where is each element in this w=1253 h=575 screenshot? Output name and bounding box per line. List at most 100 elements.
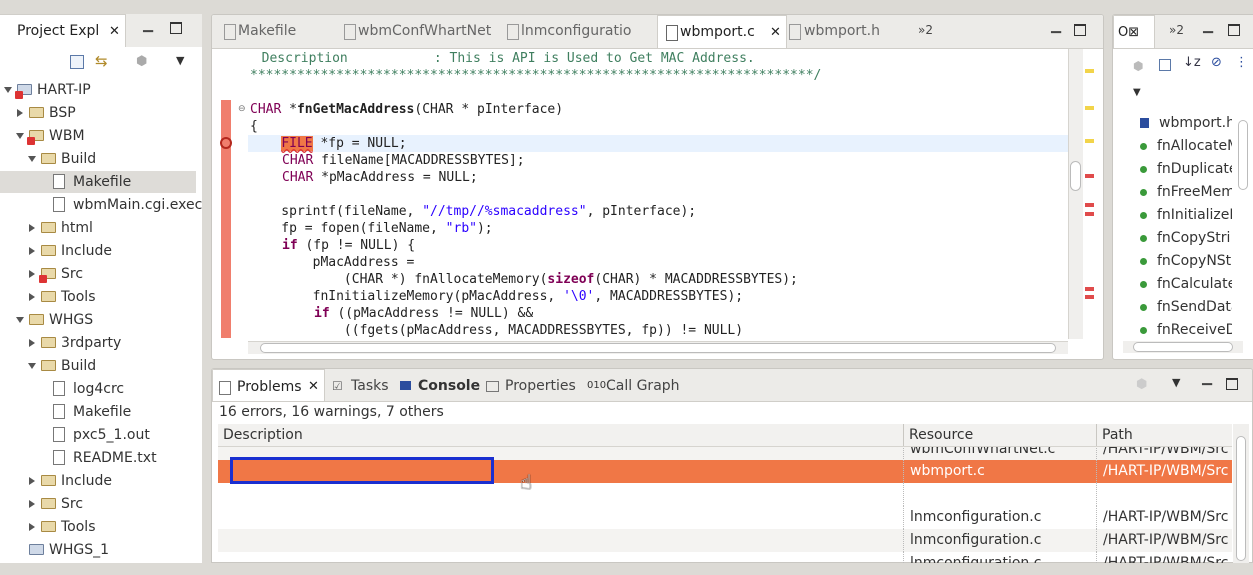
warning-marker[interactable] (1085, 106, 1094, 110)
tree-item[interactable]: WBM (0, 125, 196, 147)
collapse-arrow-icon[interactable] (29, 247, 35, 255)
minimize-icon[interactable]: ▁ (143, 18, 153, 33)
tree-item[interactable]: Src (0, 493, 196, 515)
close-icon[interactable]: ✕ (770, 16, 781, 49)
collapse-arrow-icon[interactable] (29, 224, 35, 232)
tree-item[interactable]: pxc5_1.out (0, 424, 196, 446)
scroll-thumb[interactable] (1238, 120, 1248, 190)
column-divider[interactable] (903, 424, 904, 446)
warning-marker[interactable] (1085, 69, 1094, 73)
tree-item[interactable]: Src (0, 263, 196, 285)
column-description[interactable]: Description (223, 424, 303, 446)
scroll-thumb[interactable] (1133, 342, 1233, 352)
collapse-arrow-icon[interactable] (17, 109, 23, 117)
minimize-icon[interactable]: ▁ (1203, 19, 1213, 34)
tab-console[interactable]: Console (398, 369, 480, 402)
hide-fields-icon[interactable]: ⊘ (1211, 55, 1222, 70)
tree-item[interactable]: Build (0, 355, 196, 377)
tab-project-explorer[interactable]: Project Expl ✕ (0, 14, 126, 47)
collapse-arrow-icon[interactable] (29, 293, 35, 301)
tab-wbmconfwhartnet[interactable]: wbmConfWhartNet (334, 15, 491, 48)
column-resource[interactable]: Resource (909, 424, 973, 446)
table-row[interactable]: passing argument 3 of 'xmlrpc_read_strin… (218, 506, 1232, 529)
tree-item[interactable]: Include (0, 240, 196, 262)
tab-overflow[interactable]: »2 (1169, 23, 1184, 37)
expand-arrow-icon[interactable] (28, 156, 36, 162)
code-area[interactable]: Description : This is API is Used to Get… (212, 49, 1072, 339)
tree-item[interactable]: WHGS_1 (0, 539, 196, 561)
link-with-editor-icon[interactable]: ⇆ (95, 52, 108, 70)
hide-static-icon[interactable]: ⋮ (1235, 55, 1248, 70)
table-row[interactable]: pointer targets in assignment differ in … (218, 552, 1232, 563)
collapse-arrow-icon[interactable] (29, 500, 35, 508)
tab-problems[interactable]: Problems ✕ (212, 369, 325, 401)
tree-item[interactable]: Makefile (0, 401, 196, 423)
tab-overflow[interactable]: »2 (918, 23, 933, 37)
expand-arrow-icon[interactable] (16, 133, 24, 139)
outline-horizontal-scrollbar[interactable] (1123, 341, 1243, 353)
tree-item[interactable]: 3rdparty (0, 332, 196, 354)
tab-properties[interactable]: Properties (484, 369, 584, 402)
problems-group-row[interactable]: ▼Warnings (16 items) (218, 483, 1232, 506)
tree-item[interactable]: HART-IP (0, 79, 196, 101)
tree-item[interactable]: html (0, 217, 196, 239)
tree-item[interactable]: README.txt (0, 447, 196, 469)
error-marker[interactable] (1085, 203, 1094, 207)
tree-item[interactable]: Include (0, 470, 196, 492)
tab-wbmport-c[interactable]: wbmport.c ✕ (657, 15, 787, 48)
scroll-thumb[interactable] (1070, 161, 1081, 191)
expand-arrow-icon[interactable] (4, 87, 12, 93)
sync-icon[interactable]: ⬢ (1133, 59, 1143, 73)
tab-call-graph[interactable]: 010 Call Graph (585, 369, 695, 402)
warning-marker[interactable] (1085, 139, 1094, 143)
error-marker[interactable] (1085, 174, 1094, 178)
tree-item[interactable]: wbmMain.cgi.exec (0, 194, 202, 216)
tab-lnmconfiguration[interactable]: lnmconfiguratio (497, 15, 647, 48)
tree-item[interactable]: Tools (0, 286, 196, 308)
tree-item[interactable]: Makefile (0, 171, 196, 193)
tab-outline[interactable]: O⊠ (1113, 15, 1155, 48)
error-marker[interactable] (1085, 212, 1094, 216)
collapse-arrow-icon[interactable] (29, 270, 35, 278)
error-marker[interactable] (1085, 295, 1094, 299)
maximize-icon[interactable] (170, 22, 182, 34)
tree-item[interactable]: WHGS (0, 309, 196, 331)
view-menu-icon[interactable]: ⬢ (1136, 377, 1147, 392)
tab-wbmport-h[interactable]: wbmport.h (787, 15, 897, 48)
collapse-arrow-icon[interactable] (29, 477, 35, 485)
sort-icon[interactable]: ↓z (1183, 55, 1201, 70)
outline-vertical-scrollbar[interactable] (1237, 115, 1251, 339)
expand-arrow-icon[interactable] (16, 317, 24, 323)
collapse-all-icon[interactable] (70, 55, 84, 69)
editor-vertical-scrollbar[interactable] (1068, 49, 1083, 339)
editor-horizontal-scrollbar[interactable] (248, 341, 1068, 354)
column-path[interactable]: Path (1102, 424, 1133, 446)
expand-arrow-icon[interactable] (28, 363, 36, 369)
tree-item[interactable]: log4crc (0, 378, 196, 400)
tree-item[interactable]: BSP (0, 102, 196, 124)
close-icon[interactable]: ✕ (109, 15, 120, 48)
view-menu-icon[interactable]: ⬢ (136, 54, 147, 69)
scroll-thumb[interactable] (1236, 436, 1246, 561)
error-marker[interactable] (1085, 287, 1094, 291)
collapse-arrow-icon[interactable] (29, 523, 35, 531)
chevron-down-icon[interactable]: ▼ (176, 54, 184, 67)
problems-vertical-scrollbar[interactable] (1233, 424, 1249, 563)
table-row[interactable]: passing argument 3 of 'xmlrpc_read_strin… (218, 529, 1232, 552)
tree-item[interactable]: Build (0, 148, 196, 170)
minimize-icon[interactable]: ▁ (1202, 371, 1212, 386)
maximize-icon[interactable] (1226, 378, 1238, 390)
chevron-down-icon[interactable]: ▼ (1172, 376, 1180, 389)
tab-makefile[interactable]: Makefile (214, 15, 334, 48)
close-icon[interactable]: ✕ (308, 370, 319, 404)
chevron-down-icon[interactable]: ▼ (1133, 87, 1141, 98)
maximize-icon[interactable] (1228, 24, 1240, 36)
collapse-all-icon[interactable] (1159, 59, 1171, 71)
maximize-icon[interactable] (1074, 24, 1086, 36)
column-divider[interactable] (1096, 424, 1097, 446)
scroll-thumb[interactable] (260, 343, 1056, 353)
tree-item[interactable]: Tools (0, 516, 196, 538)
minimize-icon[interactable]: ▁ (1051, 19, 1061, 34)
tab-tasks[interactable]: ☑ Tasks (332, 369, 392, 402)
collapse-arrow-icon[interactable] (29, 339, 35, 347)
